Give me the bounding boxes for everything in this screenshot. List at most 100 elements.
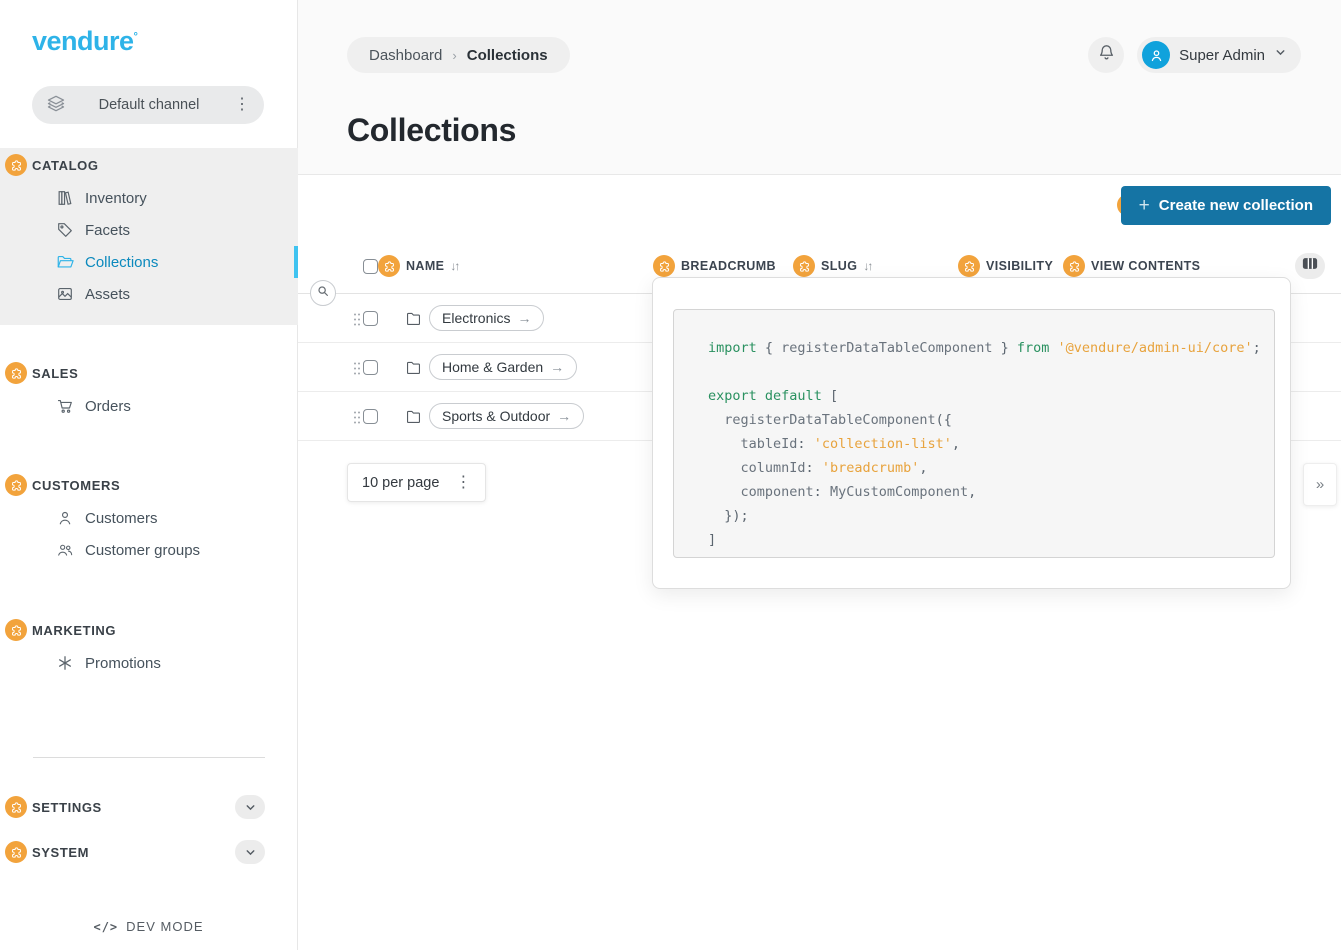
- sidebar-item-label: Customer groups: [85, 542, 200, 559]
- dev-badge-column-view-contents[interactable]: [1063, 255, 1085, 277]
- dev-badge-column-breadcrumb[interactable]: [653, 255, 675, 277]
- avatar: [1142, 41, 1170, 69]
- folder-icon: [405, 310, 422, 332]
- arrow-right-icon: →: [517, 310, 531, 326]
- sidebar-item-customers[interactable]: Customers: [0, 502, 298, 534]
- breadcrumb: Dashboard › Collections: [347, 37, 570, 73]
- collection-link-electronics[interactable]: Electronics→: [429, 305, 544, 331]
- column-label: NAME: [406, 259, 444, 273]
- section-label: SALES: [32, 366, 78, 381]
- sidebar-divider: [33, 757, 265, 758]
- column-label: SLUG: [821, 259, 857, 273]
- user-icon: [56, 509, 74, 527]
- image-icon: [56, 285, 74, 303]
- row-checkbox[interactable]: [363, 360, 378, 375]
- arrow-right-icon: →: [550, 359, 564, 375]
- books-icon: [56, 189, 74, 207]
- section-header-marketing: MARKETING: [0, 613, 298, 647]
- drag-handle-icon[interactable]: [353, 410, 361, 430]
- layers-icon: [46, 93, 66, 118]
- section-label: SETTINGS: [32, 800, 102, 815]
- sidebar-item-label: Assets: [85, 286, 130, 303]
- breadcrumb-collections[interactable]: Collections: [467, 47, 548, 64]
- arrow-right-icon: →: [557, 408, 571, 424]
- sidebar-section-system: SYSTEM: [0, 835, 298, 869]
- column-label: VIEW CONTENTS: [1091, 259, 1200, 273]
- logo-ring: °: [134, 31, 138, 43]
- sidebar-item-promotions[interactable]: Promotions: [0, 647, 298, 679]
- row-checkbox[interactable]: [363, 311, 378, 326]
- channel-label: Default channel: [66, 97, 232, 113]
- plus-icon: +: [1139, 195, 1150, 217]
- sidebar-item-assets[interactable]: Assets: [0, 278, 298, 310]
- sidebar-nav: CATALOG InventoryFacets Collections Assets S…: [0, 124, 298, 869]
- code-line: columnId: 'breadcrumb',: [708, 456, 1274, 480]
- dev-badge-column-visibility[interactable]: [958, 255, 980, 277]
- create-new-collection-button[interactable]: + Create new collection: [1121, 186, 1331, 225]
- breadcrumb-dashboard[interactable]: Dashboard: [369, 47, 442, 64]
- asterisk-icon: [56, 654, 74, 672]
- collapse-button-system[interactable]: [235, 840, 265, 864]
- sidebar-item-label: Collections: [85, 254, 158, 271]
- sort-icon[interactable]: ↓↑: [863, 259, 871, 273]
- dev-badge-customers[interactable]: [5, 474, 27, 496]
- folder-icon: [405, 408, 422, 430]
- dev-mode-label: DEV MODE: [126, 919, 203, 934]
- sidebar: vendure° Default channel ⋮ CATALOG Invent…: [0, 0, 298, 950]
- items-per-page-select[interactable]: 10 per page ⋮: [347, 463, 486, 502]
- dev-badge-marketing[interactable]: [5, 619, 27, 641]
- drag-handle-icon[interactable]: [353, 361, 361, 381]
- section-header-system[interactable]: SYSTEM: [0, 835, 298, 869]
- collection-link-home-garden[interactable]: Home & Garden→: [429, 354, 577, 380]
- main-content: Dashboard › Collections Super Admin Coll…: [298, 0, 1341, 950]
- table-columns-icon: [1302, 257, 1318, 275]
- dev-badge-column-slug[interactable]: [793, 255, 815, 277]
- code-line: export default [: [708, 384, 1274, 408]
- section-header-sales: SALES: [0, 356, 298, 390]
- sidebar-item-label: Customers: [85, 510, 158, 527]
- sidebar-item-collections[interactable]: Collections: [0, 246, 298, 278]
- sidebar-section-sales: SALES Orders: [0, 356, 298, 422]
- app-root: vendure° Default channel ⋮ CATALOG Invent…: [0, 0, 1341, 950]
- sidebar-item-inventory[interactable]: Inventory: [0, 182, 298, 214]
- collection-name: Sports & Outdoor: [442, 408, 550, 424]
- dev-mode-toggle[interactable]: </> DEV MODE: [0, 919, 297, 934]
- code-line: component: MyCustomComponent,: [708, 480, 1274, 504]
- collapse-button-settings[interactable]: [235, 795, 265, 819]
- sidebar-item-customer-groups[interactable]: Customer groups: [0, 534, 298, 566]
- section-label: CUSTOMERS: [32, 478, 120, 493]
- channel-menu-kebab-icon[interactable]: ⋮: [232, 97, 252, 113]
- collection-link-sports-outdoor[interactable]: Sports & Outdoor →: [429, 403, 584, 429]
- dev-badge-settings[interactable]: [5, 796, 27, 818]
- sidebar-item-orders[interactable]: Orders: [0, 390, 298, 422]
- header-band: Dashboard › Collections Super Admin Coll…: [298, 0, 1341, 175]
- section-label: CATALOG: [32, 158, 99, 173]
- dev-badge-sales[interactable]: [5, 362, 27, 384]
- code-icon: </>: [93, 920, 118, 934]
- section-header-customers: CUSTOMERS: [0, 468, 298, 502]
- search-icon: [316, 284, 330, 303]
- search-expand-button[interactable]: [310, 280, 336, 306]
- next-page-button[interactable]: »: [1303, 463, 1337, 506]
- dev-badge-catalog[interactable]: [5, 154, 27, 176]
- section-header-settings[interactable]: SETTINGS: [0, 790, 298, 824]
- sidebar-item-label: Orders: [85, 398, 131, 415]
- notifications-button[interactable]: [1088, 37, 1124, 73]
- row-checkbox[interactable]: [363, 409, 378, 424]
- breadcrumb-separator-icon: ›: [452, 48, 456, 63]
- sort-icon[interactable]: ↓↑: [450, 259, 458, 273]
- sidebar-section-marketing: MARKETINGPromotions: [0, 613, 298, 679]
- drag-handle-icon[interactable]: [353, 312, 361, 332]
- dev-badge-column-name[interactable]: [378, 255, 400, 277]
- code-line: tableId: 'collection-list',: [708, 432, 1274, 456]
- dev-badge-system[interactable]: [5, 841, 27, 863]
- sidebar-item-facets[interactable]: Facets: [0, 214, 298, 246]
- column-header-name[interactable]: NAME ↓↑: [378, 250, 458, 282]
- column-settings-button[interactable]: [1295, 253, 1325, 279]
- vendure-logo[interactable]: vendure°: [32, 26, 137, 57]
- logo-text: vendure: [32, 26, 134, 56]
- channel-selector[interactable]: Default channel ⋮: [32, 86, 264, 124]
- per-page-kebab-icon: ⋮: [453, 475, 473, 491]
- user-menu[interactable]: Super Admin: [1137, 37, 1301, 73]
- select-all-checkbox[interactable]: [363, 259, 378, 274]
